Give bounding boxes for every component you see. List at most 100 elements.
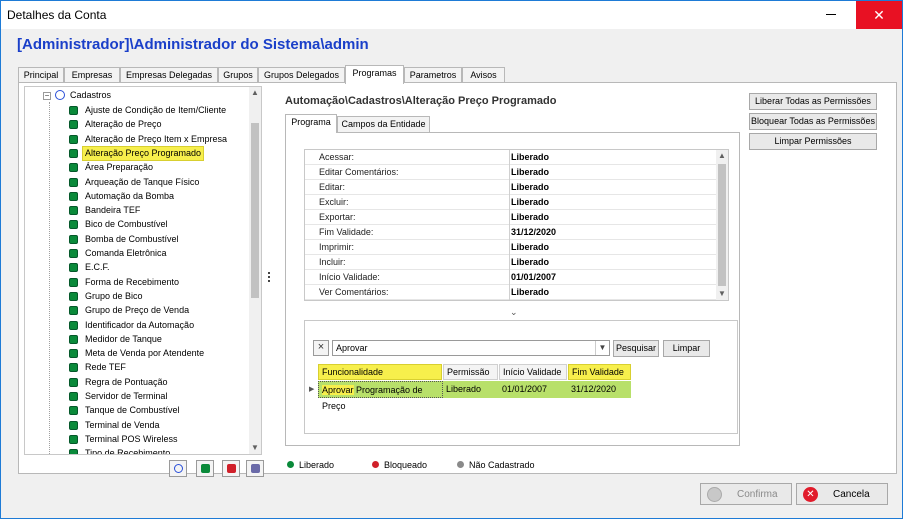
confirm-label: Confirma bbox=[737, 489, 778, 500]
tab-avisos[interactable]: Avisos bbox=[462, 67, 505, 83]
permission-row[interactable]: Excluir: Liberado bbox=[305, 195, 718, 210]
col-fim-validade[interactable]: Fim Validade bbox=[568, 364, 631, 380]
cancel-icon: ✕ bbox=[803, 487, 818, 502]
col-inicio-validade[interactable]: Início Validade bbox=[499, 364, 567, 380]
tree-item-label: Servidor de Terminal bbox=[85, 391, 168, 401]
tree-item-label: Medidor de Tanque bbox=[85, 333, 162, 344]
title-bar: Detalhes da Conta ✕ bbox=[1, 1, 902, 29]
scroll-up-icon[interactable]: ▲ bbox=[249, 87, 261, 99]
splitter-handle[interactable] bbox=[268, 272, 271, 286]
permission-row[interactable]: Fim Validade: 31/12/2020 bbox=[305, 225, 718, 240]
cell-funcionalidade[interactable]: Aprovar Programação de Preço bbox=[318, 381, 443, 411]
confirm-button[interactable]: Confirma bbox=[700, 483, 792, 505]
permission-key: Início Validade: bbox=[319, 272, 380, 282]
permission-value: Liberado bbox=[511, 257, 550, 267]
tree-item-label: Bico de Combustível bbox=[85, 219, 168, 230]
green-icon bbox=[201, 464, 210, 473]
permission-value: Liberado bbox=[511, 152, 550, 162]
minimize-icon[interactable] bbox=[823, 6, 839, 22]
scroll-thumb[interactable] bbox=[251, 123, 259, 298]
tree-item-label: Grupo de Preço de Venda bbox=[85, 305, 190, 316]
permission-key: Incluir: bbox=[319, 257, 346, 267]
permission-value: Liberado bbox=[511, 167, 550, 177]
cancel-button[interactable]: ✕ Cancela bbox=[796, 483, 888, 505]
permission-row[interactable]: Ver Comentários: Liberado bbox=[305, 285, 718, 300]
green-octagon-icon bbox=[69, 392, 78, 401]
permission-row[interactable]: Acessar: Liberado bbox=[305, 150, 718, 165]
green-octagon-icon bbox=[69, 249, 78, 258]
permission-row[interactable]: Editar: Liberado bbox=[305, 180, 718, 195]
col-funcionalidade[interactable]: Funcionalidade bbox=[318, 364, 442, 380]
program-tree[interactable]: − Cadastros Ajuste de Condição de Item/C… bbox=[24, 86, 262, 455]
permission-key: Fim Validade: bbox=[319, 227, 374, 237]
filter-bloqueado-button[interactable] bbox=[222, 460, 240, 477]
tab-grupos[interactable]: Grupos bbox=[218, 67, 258, 83]
cell-fim[interactable]: 31/12/2020 bbox=[568, 381, 631, 398]
tab-empresas[interactable]: Empresas bbox=[64, 67, 120, 83]
permissions-scrollbar[interactable]: ▲ ▼ bbox=[716, 150, 728, 300]
col-permissao[interactable]: Permissão bbox=[443, 364, 498, 380]
scroll-up-icon[interactable]: ▲ bbox=[716, 150, 728, 162]
tree-item-label: Forma de Recebimento bbox=[85, 276, 180, 287]
tab-parametros[interactable]: Parametros bbox=[404, 67, 462, 83]
close-icon[interactable]: ✕ bbox=[856, 1, 902, 29]
gray-dot-icon bbox=[457, 461, 464, 468]
permission-row[interactable]: Incluir: Liberado bbox=[305, 255, 718, 270]
cell-permissao[interactable]: Liberado bbox=[443, 381, 499, 398]
tree-item-label: Regra de Pontuação bbox=[85, 376, 168, 387]
window-title: Detalhes da Conta bbox=[7, 8, 107, 22]
tree-scrollbar[interactable]: ▲ ▼ bbox=[249, 87, 261, 454]
tree-line bbox=[49, 102, 50, 454]
scroll-down-icon[interactable]: ▼ bbox=[716, 288, 728, 300]
limpar-permissoes-button[interactable]: Limpar Permissões bbox=[749, 133, 877, 150]
liberar-todas-button[interactable]: Liberar Todas as Permissões bbox=[749, 93, 877, 110]
results-grid[interactable]: Funcionalidade Permissão Início Validade… bbox=[304, 364, 738, 434]
cell-inicio[interactable]: 01/01/2007 bbox=[499, 381, 568, 398]
collapse-icon[interactable]: − bbox=[43, 92, 51, 100]
tab-campos-entidade[interactable]: Campos da Entidade bbox=[337, 116, 430, 132]
tab-programa[interactable]: Programa bbox=[285, 114, 337, 133]
scroll-thumb[interactable] bbox=[718, 164, 726, 286]
green-octagon-icon bbox=[69, 206, 78, 216]
bloquear-todas-button[interactable]: Bloquear Todas as Permissões bbox=[749, 113, 877, 130]
permission-value: Liberado bbox=[511, 287, 550, 297]
green-octagon-icon bbox=[69, 106, 78, 115]
filter-liberado-button[interactable] bbox=[196, 460, 214, 477]
tree-item-label: Bomba de Combustível bbox=[85, 233, 179, 244]
tree-item-label: Comanda Eletrônica bbox=[85, 248, 167, 258]
search-button[interactable]: Pesquisar bbox=[613, 340, 659, 357]
tab-empresas-delegadas[interactable]: Empresas Delegadas bbox=[120, 67, 218, 83]
cancel-label: Cancela bbox=[833, 489, 870, 500]
scroll-down-icon[interactable]: ▼ bbox=[249, 442, 261, 454]
chevron-down-icon[interactable]: ▼ bbox=[595, 341, 609, 355]
green-octagon-icon bbox=[69, 420, 78, 430]
legend-label: Não Cadastrado bbox=[469, 460, 535, 470]
folder-ring-icon bbox=[55, 90, 65, 100]
search-input[interactable]: Aprovar ▼ bbox=[332, 340, 610, 356]
permission-row[interactable]: Editar Comentários: Liberado bbox=[305, 165, 718, 180]
permission-row[interactable]: Exportar: Liberado bbox=[305, 210, 718, 225]
chevron-down-icon[interactable]: ⌄ bbox=[510, 307, 518, 318]
tree-item-label: Arqueação de Tanque Físico bbox=[85, 176, 200, 187]
tab-programas[interactable]: Programas bbox=[345, 65, 404, 84]
filter-nao-cadastrado-button[interactable] bbox=[246, 460, 264, 477]
green-octagon-icon bbox=[69, 148, 78, 158]
permission-row[interactable]: Início Validade: 01/01/2007 bbox=[305, 270, 718, 285]
green-octagon-icon bbox=[69, 120, 78, 130]
tab-grupos-delegados[interactable]: Grupos Delegados bbox=[258, 67, 345, 83]
permission-row[interactable]: Imprimir: Liberado bbox=[305, 240, 718, 255]
match-text: Aprovar bbox=[322, 385, 354, 395]
permissions-grid[interactable]: Acessar: Liberado Editar Comentários: Liber… bbox=[304, 149, 729, 301]
clear-search-icon[interactable]: × bbox=[313, 340, 329, 356]
legend-label: Liberado bbox=[299, 460, 335, 470]
tab-principal[interactable]: Principal bbox=[18, 67, 64, 83]
clear-button[interactable]: Limpar bbox=[663, 340, 710, 357]
red-dot-icon bbox=[372, 461, 379, 468]
permission-value: Liberado bbox=[511, 182, 550, 192]
tree-item-label: Grupo de Bico bbox=[85, 290, 143, 301]
green-octagon-icon bbox=[69, 263, 78, 273]
filter-all-button[interactable] bbox=[169, 460, 187, 477]
tree-item-label: Identificador da Automação bbox=[85, 319, 195, 330]
green-octagon-icon bbox=[69, 377, 78, 387]
green-octagon-icon bbox=[69, 349, 78, 359]
